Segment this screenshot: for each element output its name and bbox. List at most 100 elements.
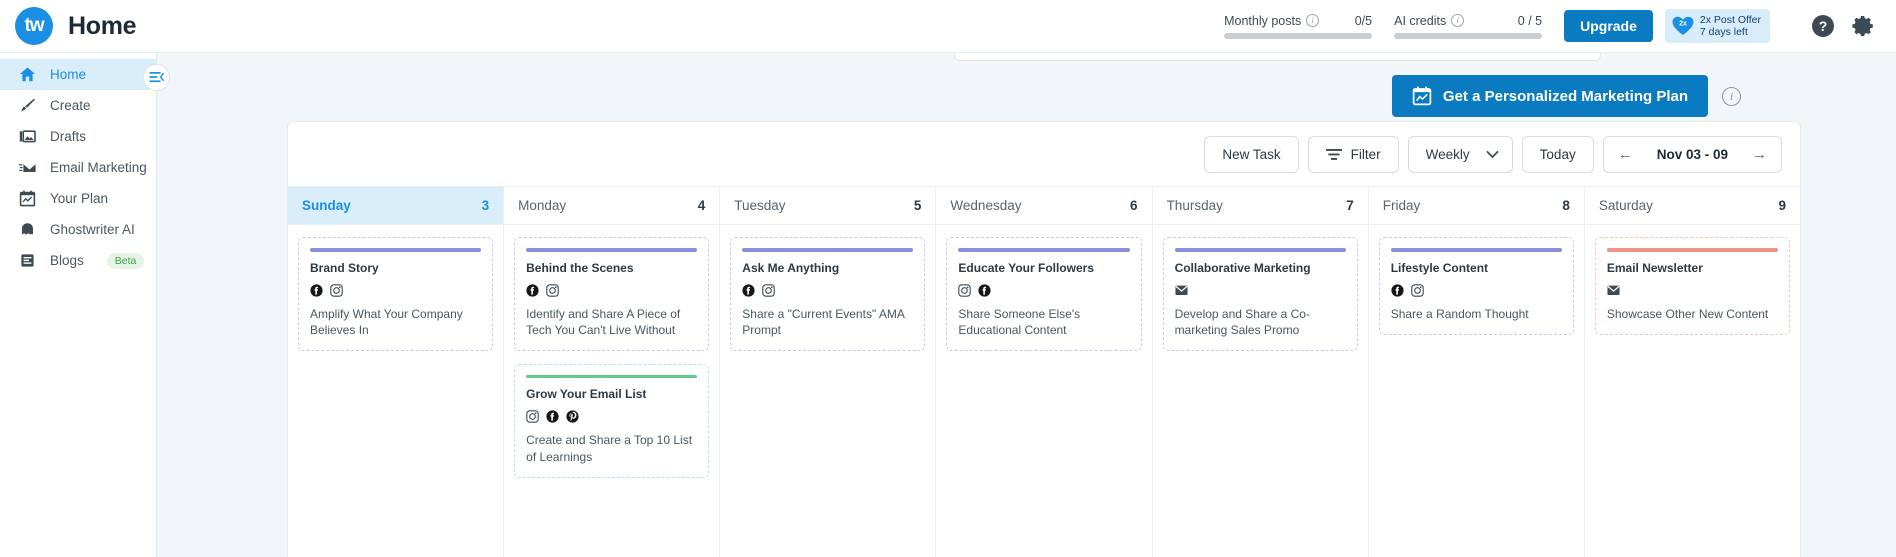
home-icon <box>19 66 36 83</box>
event-channel-icons <box>1175 284 1346 297</box>
offer-line-2: 7 days left <box>1699 26 1748 38</box>
sidebar-item-label: Drafts <box>50 129 87 144</box>
sidebar-collapse-button[interactable] <box>143 64 170 91</box>
new-task-button[interactable]: New Task <box>1204 135 1299 173</box>
event-card[interactable]: Grow Your Email List Create and Share a T… <box>514 363 710 478</box>
day-column-thursday: Collaborative Marketing Develop and Share… <box>1153 225 1369 557</box>
event-accent-bar <box>742 248 914 252</box>
today-button[interactable]: Today <box>1521 135 1594 173</box>
event-description: Identify and Share A Piece of Tech You C… <box>526 306 681 337</box>
event-description: Amplify What Your Company Believes In <box>310 306 463 337</box>
event-title: Educate Your Followers <box>958 260 1095 275</box>
get-marketing-plan-button[interactable]: Get a Personalized Marketing Plan <box>1391 75 1708 117</box>
event-card[interactable]: Behind the Scenes Identify and Share A Pi… <box>514 237 710 351</box>
help-icon[interactable]: ? <box>1810 13 1836 39</box>
event-description: Create and Share a Top 10 List of Learni… <box>526 433 693 464</box>
day-number: 6 <box>1130 198 1138 213</box>
brush-icon <box>19 97 36 114</box>
facebook-icon <box>978 283 992 297</box>
day-header-tuesday[interactable]: Tuesday 5 <box>720 187 937 224</box>
event-card[interactable]: Brand Story Amplify What Your Company Bel… <box>298 237 494 351</box>
ai-credits-meter: AI credits i 0 / 5 <box>1394 14 1543 39</box>
monthly-posts-progress <box>1224 32 1373 39</box>
logo-container[interactable]: tw <box>0 7 68 45</box>
day-number: 9 <box>1778 198 1786 213</box>
event-description: Share Someone Else's Educational Content <box>958 306 1081 337</box>
day-header-wednesday[interactable]: Wednesday 6 <box>936 187 1153 224</box>
sidebar-item-label: Home <box>50 67 87 82</box>
sidebar-item-ghostwriter-ai[interactable]: Ghostwriter AI <box>0 214 156 245</box>
app-root: tw Home Monthly posts i 0/5 AI credits i… <box>0 0 1896 557</box>
sidebar-item-drafts[interactable]: Drafts <box>0 121 156 152</box>
event-title: Brand Story <box>310 260 379 275</box>
day-name: Saturday <box>1598 198 1653 213</box>
instagram-icon <box>762 283 776 297</box>
settings-gear-icon[interactable] <box>1850 13 1876 39</box>
plan-button-label: Get a Personalized Marketing Plan <box>1442 87 1688 105</box>
collapse-icon <box>149 72 164 83</box>
event-card[interactable]: Educate Your Followers Share Someone Else… <box>946 237 1142 351</box>
post-offer-badge[interactable]: 2x 2x Post Offer 7 days left <box>1664 8 1770 44</box>
day-number: 5 <box>913 198 922 213</box>
sidebar-item-create[interactable]: Create <box>0 90 156 121</box>
event-card[interactable]: Email Newsletter Showcase Other New Conte… <box>1594 237 1790 335</box>
calendar-day-columns: Brand Story Amplify What Your Company Bel… <box>288 225 1800 557</box>
next-week-arrow-icon[interactable]: → <box>1752 147 1767 162</box>
day-name: Wednesday <box>950 198 1022 213</box>
day-name: Thursday <box>1166 198 1223 213</box>
event-channel-icons <box>1607 284 1778 297</box>
view-mode-select[interactable]: Weekly <box>1407 135 1513 173</box>
day-number: 3 <box>481 198 490 213</box>
sidebar-item-email-marketing[interactable]: Email Marketing <box>0 152 156 183</box>
pinterest-icon <box>566 410 579 423</box>
day-name: Friday <box>1382 198 1421 213</box>
event-title: Behind the Scenes <box>526 260 634 275</box>
day-header-monday[interactable]: Monday 4 <box>504 187 721 224</box>
event-channel-icons <box>742 283 913 297</box>
day-name: Sunday <box>302 198 351 213</box>
sidebar-item-label: Ghostwriter AI <box>50 222 135 237</box>
day-number: 4 <box>697 198 706 213</box>
event-card[interactable]: Collaborative Marketing Develop and Share… <box>1162 237 1358 351</box>
event-accent-bar <box>1390 248 1562 252</box>
day-header-saturday[interactable]: Saturday 9 <box>1585 187 1800 224</box>
day-header-thursday[interactable]: Thursday 7 <box>1153 187 1369 224</box>
event-accent-bar <box>1174 248 1346 252</box>
event-accent-bar <box>958 248 1130 252</box>
svg-text:2x: 2x <box>1679 21 1687 28</box>
event-title: Ask Me Anything <box>742 260 840 275</box>
page-title: Home <box>68 11 137 40</box>
sidebar-item-home[interactable]: Home <box>0 59 156 90</box>
images-icon <box>19 128 36 145</box>
day-name: Monday <box>518 198 567 213</box>
event-channel-icons <box>958 283 1129 297</box>
monthly-posts-label: Monthly posts <box>1224 13 1302 28</box>
day-header-friday[interactable]: Friday 8 <box>1369 187 1585 224</box>
main-content: Get a Personalized Marketing Plan i New … <box>157 53 1896 557</box>
instagram-icon <box>526 410 539 424</box>
promo-card-partial[interactable] <box>954 53 1601 61</box>
sidebar-item-your-plan[interactable]: Your Plan <box>0 183 156 214</box>
event-card[interactable]: Lifestyle Content Share a Random Thought <box>1378 237 1574 335</box>
event-card[interactable]: Ask Me Anything Share a "Current Events" … <box>730 237 926 351</box>
facebook-icon <box>526 283 539 297</box>
info-icon[interactable]: i <box>1722 86 1741 106</box>
previous-week-arrow-icon[interactable]: ← <box>1618 147 1633 162</box>
filter-button[interactable]: Filter <box>1307 135 1399 173</box>
info-icon[interactable]: i <box>1306 14 1320 27</box>
day-header-sunday[interactable]: Sunday 3 <box>288 187 505 224</box>
info-icon[interactable]: i <box>1451 14 1465 27</box>
offer-line-1: 2x Post Offer <box>1699 13 1761 26</box>
day-column-sunday: Brand Story Amplify What Your Company Bel… <box>288 225 505 557</box>
ai-credits-progress <box>1394 32 1543 39</box>
event-channel-icons <box>526 283 697 297</box>
instagram-icon <box>958 283 972 297</box>
day-column-saturday: Email Newsletter Showcase Other New Conte… <box>1585 225 1800 557</box>
facebook-icon <box>742 283 755 297</box>
sidebar-item-blogs[interactable]: Blogs Beta <box>0 245 156 276</box>
facebook-icon <box>546 410 559 423</box>
email-icon <box>1607 284 1620 297</box>
top-bar: tw Home Monthly posts i 0/5 AI credits i… <box>0 0 1896 53</box>
upgrade-button[interactable]: Upgrade <box>1564 10 1653 42</box>
event-channel-icons <box>526 410 697 424</box>
